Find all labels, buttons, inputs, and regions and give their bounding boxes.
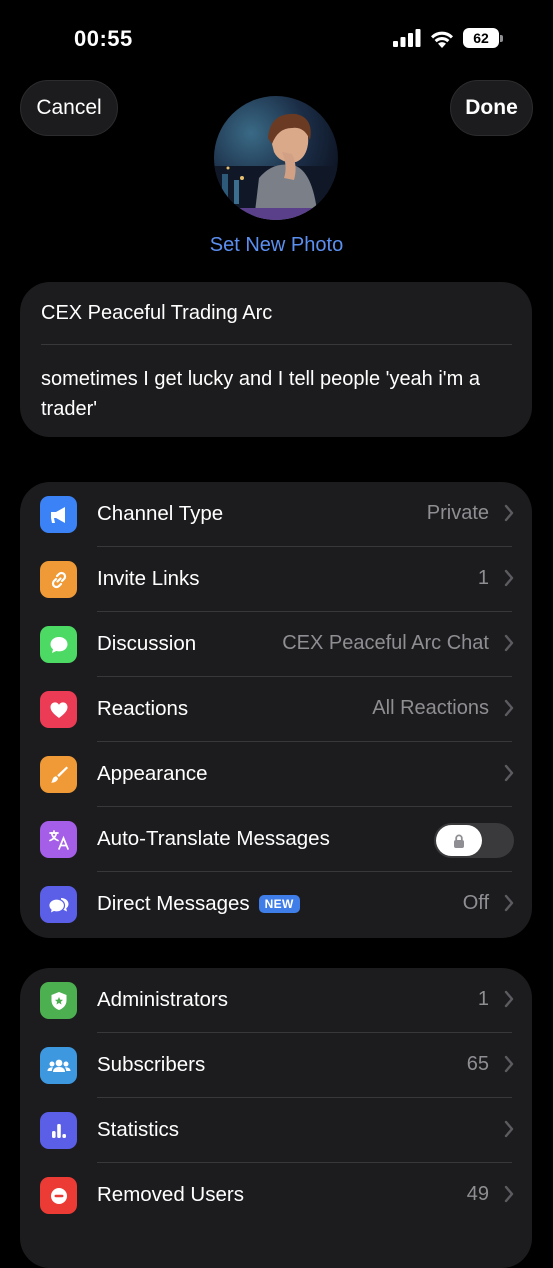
chevron-right-icon <box>504 569 514 587</box>
row-value: Private <box>426 502 489 524</box>
set-new-photo-link[interactable]: Set New Photo <box>0 234 553 257</box>
appearance-row[interactable]: Appearance <box>20 742 532 807</box>
removed-users-row[interactable]: Removed Users 49 <box>20 1163 532 1228</box>
removed-icon <box>40 1177 77 1214</box>
link-icon <box>40 561 77 598</box>
row-value: 1 <box>477 567 489 589</box>
discussion-row[interactable]: Discussion CEX Peaceful Arc Chat <box>20 612 532 677</box>
megaphone-icon <box>40 496 77 533</box>
administrators-row[interactable]: Administrators 1 <box>20 968 532 1033</box>
wifi-icon <box>431 31 453 48</box>
chevron-right-icon <box>504 990 514 1008</box>
new-badge: NEW <box>258 895 300 913</box>
status-bar: 00:55 62 <box>0 0 553 80</box>
row-value: All Reactions <box>372 697 489 719</box>
paintbrush-icon <box>40 756 77 793</box>
battery-tip <box>500 34 503 42</box>
channel-name-field[interactable]: CEX Peaceful Trading Arc <box>41 302 272 325</box>
row-label: Appearance <box>97 762 208 785</box>
subscribers-row[interactable]: Subscribers 65 <box>20 1033 532 1098</box>
chat-bubble-icon <box>40 626 77 663</box>
channel-description-field[interactable]: sometimes I get lucky and I tell people … <box>41 364 481 424</box>
channel-avatar[interactable] <box>214 96 338 220</box>
channel-admin-card: Administrators 1 Subscribers 65 Statisti… <box>20 968 532 1268</box>
direct-messages-row[interactable]: Direct Messages NEW Off <box>20 872 532 937</box>
chevron-right-icon <box>504 504 514 522</box>
row-label: Channel Type <box>97 502 224 525</box>
row-label: Auto-Translate Messages <box>97 827 330 850</box>
chevron-right-icon <box>504 634 514 652</box>
bar-chart-icon <box>40 1112 77 1149</box>
clock: 00:55 <box>74 26 133 51</box>
invite-links-row[interactable]: Invite Links 1 <box>20 547 532 612</box>
row-label: Removed Users <box>97 1183 244 1206</box>
row-label-text: Direct Messages <box>97 892 250 915</box>
admin-badge-icon <box>40 982 77 1019</box>
row-label: Subscribers <box>97 1053 206 1076</box>
lock-icon <box>454 834 464 848</box>
chevron-right-icon <box>504 894 514 912</box>
row-label: Administrators <box>97 988 229 1011</box>
toggle-knob <box>436 825 482 856</box>
auto-translate-row: Auto-Translate Messages <box>20 807 532 872</box>
cellular-signal-icon <box>393 29 421 47</box>
channel-type-row[interactable]: Channel Type Private <box>20 482 532 547</box>
channel-info-card: CEX Peaceful Trading Arc sometimes I get… <box>20 282 532 437</box>
chevron-right-icon <box>504 699 514 717</box>
battery-level: 62 <box>463 28 499 48</box>
chevron-right-icon <box>504 1120 514 1138</box>
translate-icon <box>40 821 77 858</box>
battery-indicator: 62 <box>463 28 503 48</box>
statistics-row[interactable]: Statistics <box>20 1098 532 1163</box>
row-label: Reactions <box>97 697 189 720</box>
people-icon <box>40 1047 77 1084</box>
divider <box>41 344 512 345</box>
row-value: 65 <box>466 1053 489 1075</box>
row-value: 49 <box>466 1183 489 1205</box>
reactions-row[interactable]: Reactions All Reactions <box>20 677 532 742</box>
row-value: 1 <box>477 988 489 1010</box>
auto-translate-toggle[interactable] <box>434 823 514 858</box>
channel-settings-card: Channel Type Private Invite Links 1 Disc… <box>20 482 532 938</box>
row-value: Off <box>462 892 489 914</box>
cancel-button[interactable]: Cancel <box>20 80 118 136</box>
status-icons: 62 <box>393 28 503 48</box>
row-value: CEX Peaceful Arc Chat <box>282 632 489 654</box>
chevron-right-icon <box>504 764 514 782</box>
heart-icon <box>40 691 77 728</box>
row-label: Statistics <box>97 1118 180 1141</box>
avatar-illustration <box>214 113 338 220</box>
row-label: Direct Messages NEW <box>97 892 300 916</box>
chevron-right-icon <box>504 1185 514 1203</box>
chevron-right-icon <box>504 1055 514 1073</box>
row-label: Invite Links <box>97 567 200 590</box>
messages-icon <box>40 886 77 923</box>
done-button[interactable]: Done <box>450 80 533 136</box>
row-label: Discussion <box>97 632 197 655</box>
